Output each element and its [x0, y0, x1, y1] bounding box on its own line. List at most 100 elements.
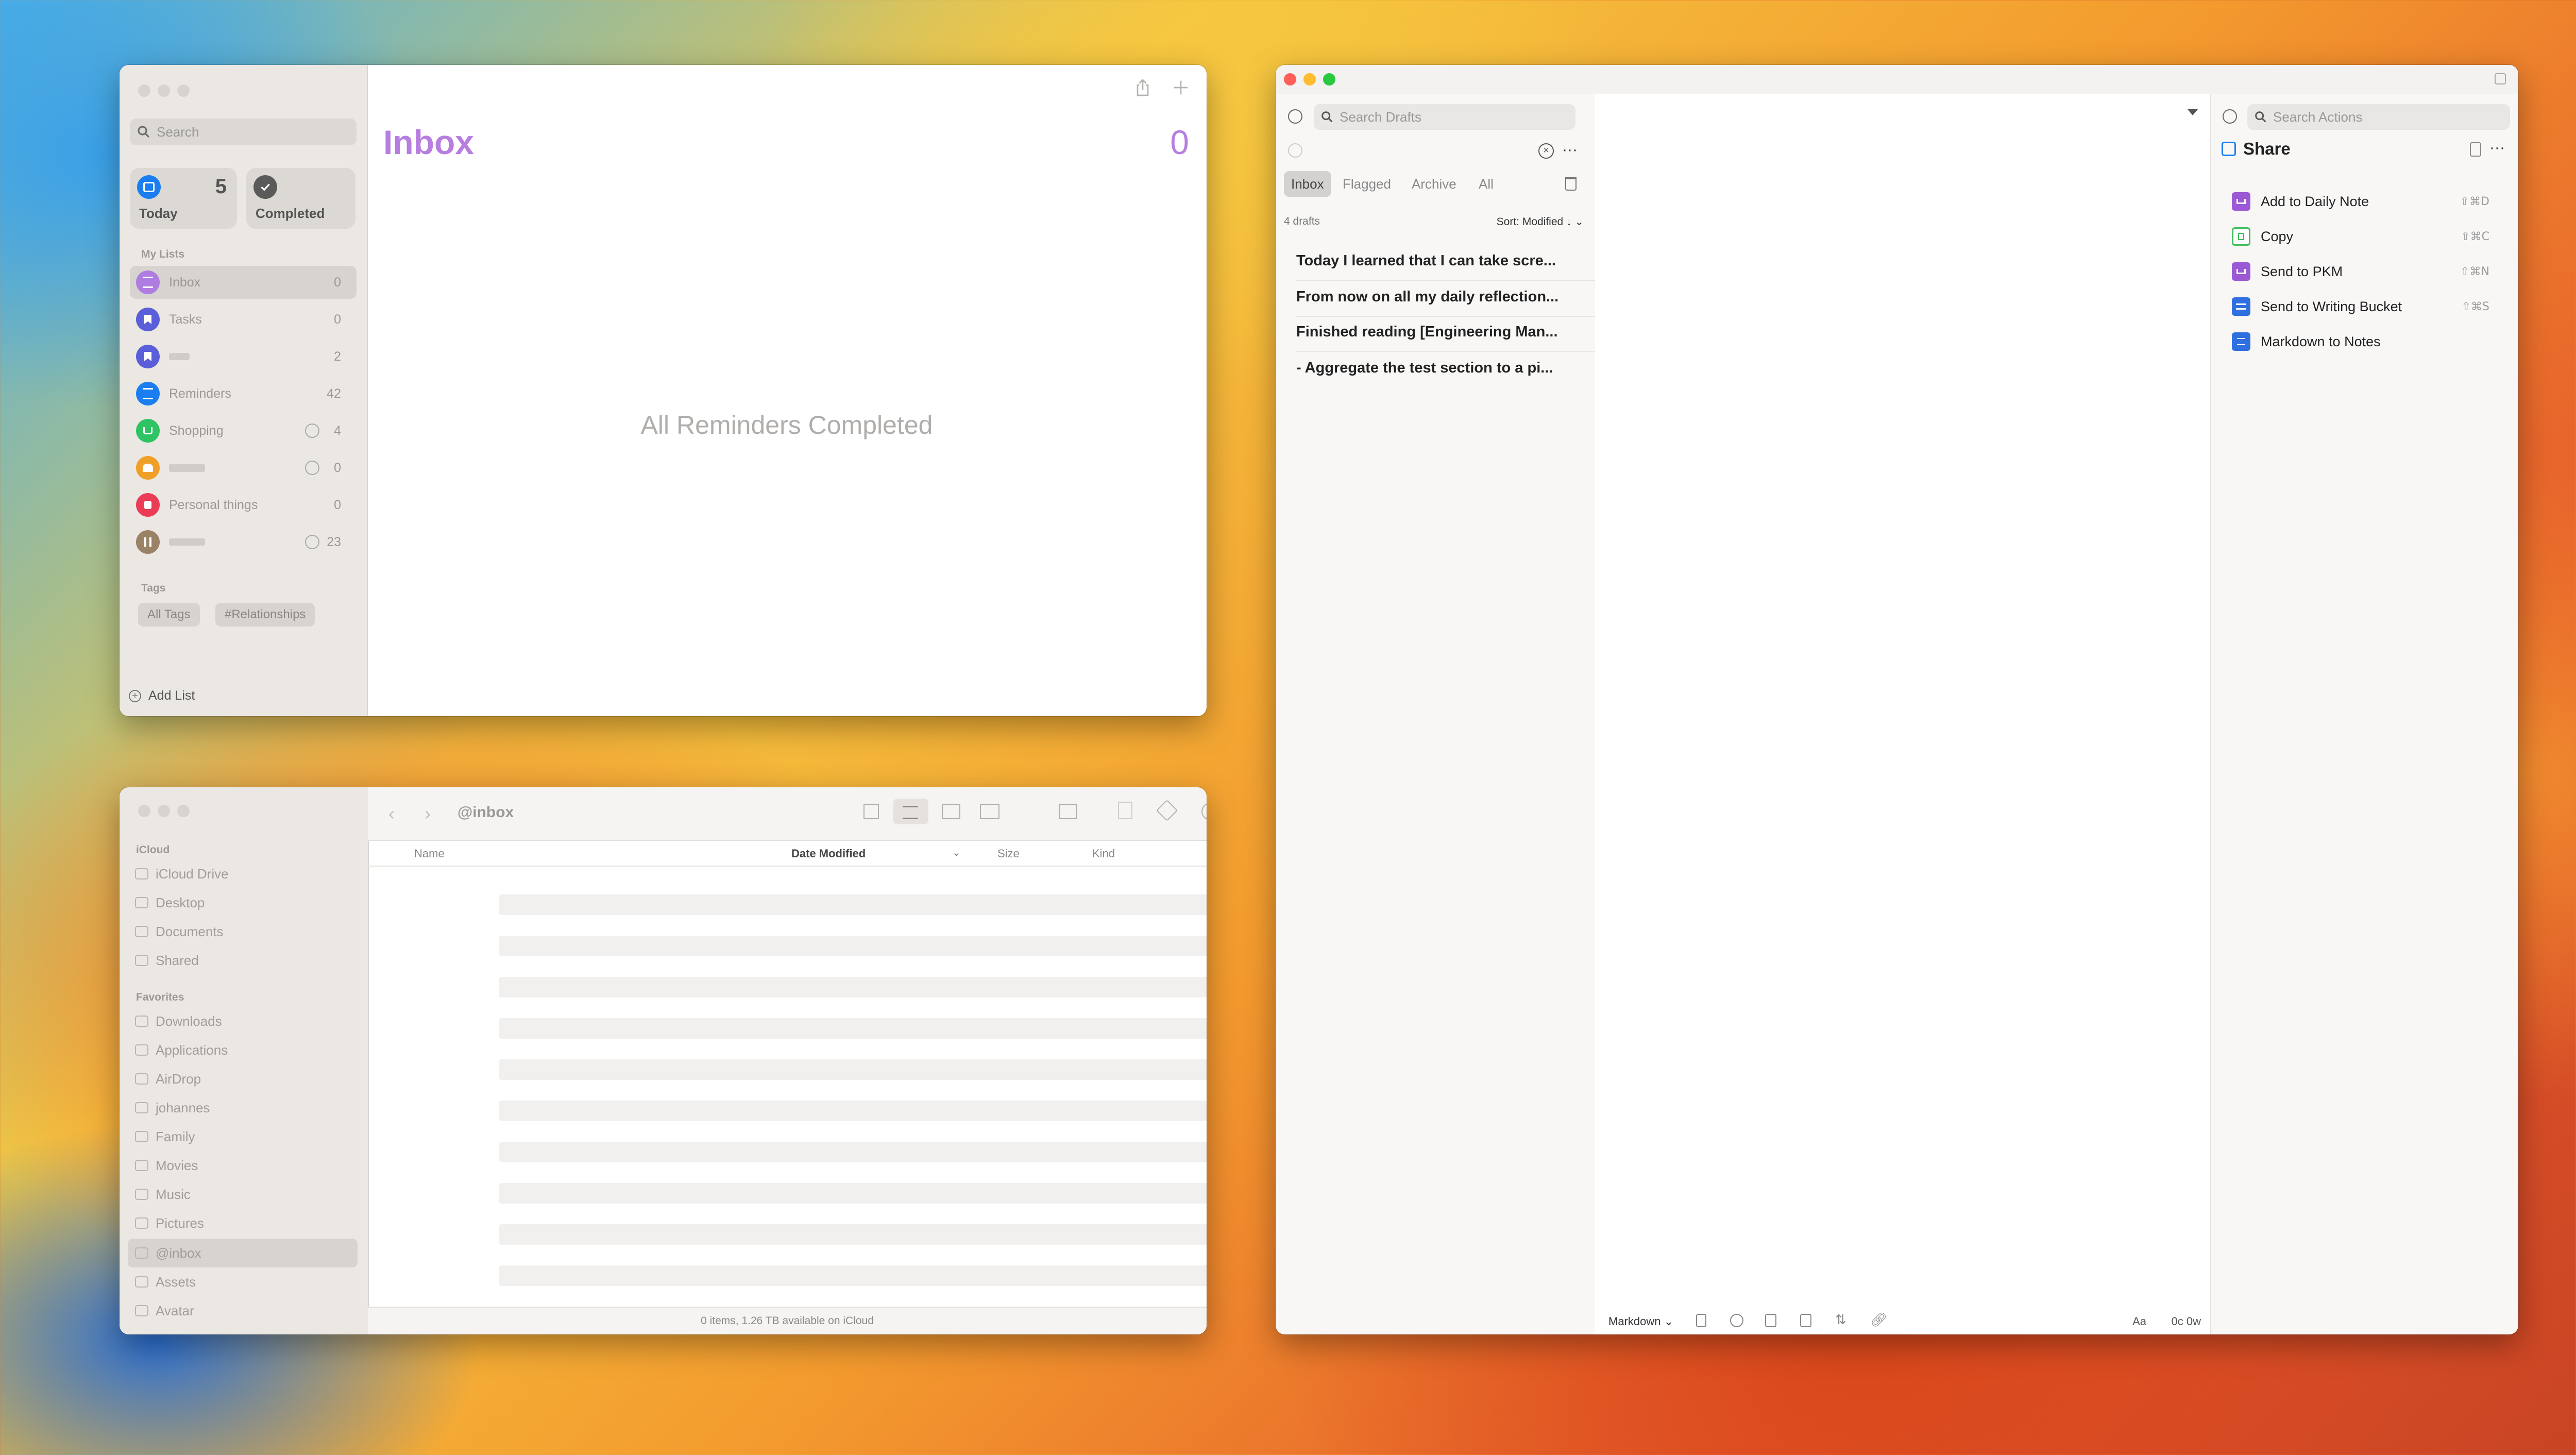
sidebar-item-icloud-drive[interactable]: iCloud Drive [135, 861, 229, 886]
search-drafts-input[interactable]: Search Drafts [1314, 104, 1575, 130]
action-label: Send to PKM [2261, 263, 2343, 279]
sort-menu[interactable]: Sort: Modified ↓ ⌄ [1497, 215, 1584, 228]
tab-flagged[interactable]: Flagged [1343, 171, 1391, 197]
tag-chip[interactable]: #Relationships [215, 603, 315, 627]
window-controls[interactable] [1284, 73, 1335, 86]
inbox-count: 0 [1170, 123, 1189, 161]
actions-icon[interactable] [1765, 1314, 1776, 1327]
action-shortcut: ⇧⌘C [2461, 230, 2489, 243]
sidebar-item-avatar[interactable]: Avatar [135, 1298, 194, 1323]
icloud-header: iCloud [136, 844, 170, 856]
column-name[interactable]: Name [414, 847, 445, 860]
list-item-inbox[interactable]: Inbox 0 [130, 266, 357, 299]
fullscreen-icon[interactable] [2495, 73, 2506, 84]
tab-inbox[interactable]: Inbox [1284, 171, 1331, 197]
search-actions-input[interactable]: Search Actions [2247, 104, 2510, 130]
my-lists-header: My Lists [141, 248, 185, 260]
filter-icon[interactable] [1288, 109, 1302, 124]
action-copy[interactable]: Copy ⇧⌘C [2232, 219, 2500, 253]
sidebar-item-desktop[interactable]: Desktop [135, 890, 205, 915]
action-send-to-pkm[interactable]: Send to PKM ⇧⌘N [2232, 255, 2500, 289]
list-item-reminders[interactable]: Reminders 42 [130, 377, 357, 410]
group-icon[interactable] [1059, 804, 1077, 819]
column-kind[interactable]: Kind [1092, 847, 1115, 860]
sidebar-item-label: Music [156, 1186, 191, 1202]
action-add-to-daily-note[interactable]: Add to Daily Note ⇧⌘D [2232, 184, 2500, 218]
info-icon[interactable] [1730, 1314, 1743, 1327]
syntax-selector[interactable]: Markdown ⌄ [1608, 1315, 1673, 1328]
sidebar-item-downloads[interactable]: Downloads [135, 1009, 222, 1034]
action-send-to-writing-bucket[interactable]: Send to Writing Bucket ⇧⌘S [2232, 290, 2500, 324]
gallery-view-icon[interactable] [980, 804, 999, 819]
list-count: 0 [334, 275, 341, 290]
sidebar-item-label: Documents [156, 923, 224, 939]
list-item-redacted-1[interactable]: 2 [130, 340, 357, 373]
arrange-icon[interactable]: ⇅ [1835, 1312, 1846, 1328]
sidebar-item-label: Pictures [156, 1215, 204, 1231]
font-size-button[interactable]: Aa [2132, 1315, 2146, 1328]
sidebar-item-inbox[interactable]: @inbox [135, 1241, 201, 1265]
list-item-redacted-2[interactable]: 0 [130, 451, 357, 484]
sidebar-item-home[interactable]: johannes [135, 1095, 210, 1120]
applications-icon [135, 1044, 148, 1056]
list-view-icon[interactable] [893, 799, 928, 824]
column-view-icon[interactable] [942, 804, 960, 819]
sidebar-item-label: AirDrop [156, 1071, 201, 1087]
sidebar-item-shared[interactable]: Shared [135, 948, 199, 973]
draft-list-item[interactable]: Finished reading [Engineering Man... [1296, 324, 1569, 341]
workspace-icon[interactable] [1288, 143, 1302, 158]
smart-list-completed[interactable]: Completed [246, 168, 355, 229]
list-item-redacted-3[interactable]: 23 [130, 526, 357, 559]
chevron-down-icon: ⌄ [952, 847, 961, 858]
draft-list-item[interactable]: Today I learned that I can take scre... [1296, 252, 1569, 269]
window-controls[interactable] [138, 805, 190, 817]
sidebar-item-movies[interactable]: Movies [135, 1153, 198, 1178]
sidebar-item-assets[interactable]: Assets [135, 1270, 196, 1294]
smart-list-today[interactable]: 5 Today [130, 168, 237, 229]
sidebar-item-applications[interactable]: Applications [135, 1038, 228, 1062]
tab-all[interactable]: All [1479, 171, 1494, 197]
add-list-button[interactable]: + Add List [129, 688, 195, 703]
share-icon[interactable] [1118, 802, 1132, 819]
back-arrow-icon[interactable]: ‹ [388, 803, 395, 824]
tag-chip[interactable]: All Tags [138, 603, 200, 627]
share-icon[interactable] [1132, 77, 1153, 98]
edit-group-icon[interactable] [2470, 142, 2481, 157]
more-icon[interactable]: ··· [2489, 139, 2505, 157]
document-icon [135, 926, 148, 937]
tag-icon[interactable] [1156, 799, 1178, 822]
redacted-name [169, 353, 190, 360]
new-draft-icon[interactable] [1800, 1314, 1811, 1327]
sidebar-item-music[interactable]: Music [135, 1182, 191, 1207]
sidebar-item-family[interactable]: Family [135, 1124, 195, 1149]
sidebar-item-airdrop[interactable]: AirDrop [135, 1067, 201, 1091]
music-icon [135, 1189, 148, 1200]
tab-archive[interactable]: Archive [1412, 171, 1456, 197]
more-icon[interactable]: ··· [1562, 141, 1578, 159]
list-item-shopping[interactable]: Shopping 4 [130, 414, 357, 447]
editor-pane[interactable]: Markdown ⌄ ⇅ 🔗︎ Aa 0c 0w [1595, 94, 2210, 1334]
editor-dropdown-icon[interactable] [2188, 109, 2198, 115]
favorites-header: Favorites [136, 991, 184, 1003]
pin-icon[interactable] [1696, 1314, 1706, 1327]
column-size[interactable]: Size [997, 847, 1020, 860]
window-controls[interactable] [138, 84, 190, 97]
icon-view-icon[interactable] [863, 804, 879, 819]
more-actions-icon[interactable] [1201, 803, 1207, 820]
action-markdown-to-notes[interactable]: Markdown to Notes [2232, 325, 2500, 359]
column-date-modified[interactable]: Date Modified [791, 847, 866, 860]
action-group-header[interactable]: Share [2222, 139, 2291, 159]
sidebar-item-documents[interactable]: Documents [135, 919, 224, 944]
draft-list-item[interactable]: From now on all my daily reflection... [1296, 289, 1569, 306]
draft-list-item[interactable]: - Aggregate the test section to a pi... [1296, 360, 1569, 377]
clear-filter-icon[interactable]: × [1538, 143, 1554, 159]
forward-arrow-icon[interactable]: › [425, 803, 431, 824]
search-input[interactable]: Search [130, 119, 357, 145]
list-item-personal-things[interactable]: Personal things 0 [130, 488, 357, 521]
sidebar-item-pictures[interactable]: Pictures [135, 1211, 204, 1236]
filter-icon[interactable] [2223, 109, 2237, 124]
trash-icon[interactable] [1565, 177, 1577, 191]
add-icon[interactable] [1171, 77, 1191, 98]
link-icon[interactable]: 🔗︎ [1870, 1312, 1887, 1328]
list-item-tasks[interactable]: Tasks 0 [130, 303, 357, 336]
